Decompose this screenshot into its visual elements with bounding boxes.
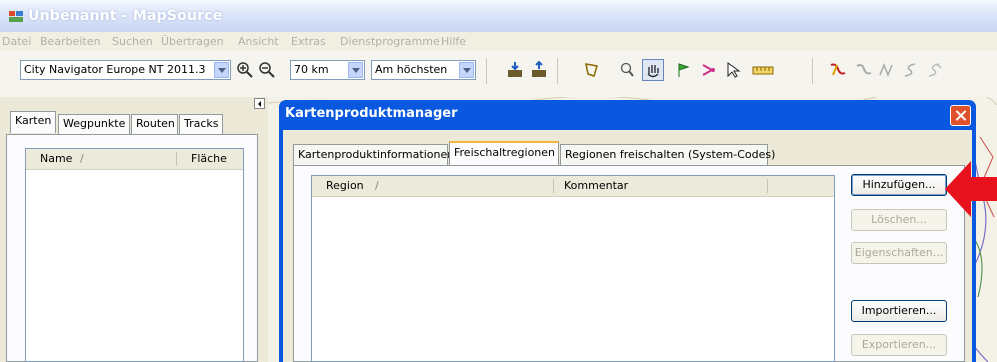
export-button[interactable]: Exportieren... [851,334,947,356]
tab-wegpunkte-label: Wegpunkte [63,117,126,130]
maps-list[interactable]: Name / Fläche [25,148,244,362]
tab-unlock-regions[interactable]: Freischaltregionen [449,141,559,165]
detail-select-value: Am höchsten [375,63,448,76]
tab-karten-label: Karten [15,114,52,127]
menu-hilfe[interactable]: Hilfe [441,35,466,48]
menu-dienstprogramme[interactable]: Dienstprogramme [340,35,440,48]
dialog-title: Kartenproduktmanager [285,106,458,121]
toolbar-separator [486,58,487,84]
menu-bearbeiten[interactable]: Bearbeiten [40,35,100,48]
column-region[interactable]: Region [326,179,364,192]
column-divider[interactable] [176,152,177,166]
measure-tool-icon[interactable] [752,61,774,79]
select-tool-icon[interactable] [724,61,742,79]
column-name[interactable]: Name [40,152,72,165]
tab-product-info-label: Kartenproduktinformationen [298,148,455,161]
mapsource-app-icon [9,11,23,22]
zoom-tool-icon[interactable] [618,61,636,79]
track-draw-icon[interactable] [829,61,847,79]
toolbar-separator [812,58,813,84]
track-erase-icon[interactable] [855,61,873,79]
menu-uebertragen[interactable]: Übertragen [161,35,224,48]
column-divider[interactable] [553,179,554,193]
zoom-select[interactable]: 70 km [290,60,365,80]
track-join-icon[interactable] [878,61,896,79]
delete-button[interactable]: Löschen... [851,209,947,231]
tab-unlock-system-codes-label: Regionen freischalten (System-Codes) [565,148,776,161]
maps-list-header: Name / Fläche [26,149,243,170]
track-divide-icon[interactable] [901,61,919,79]
panel-collapse-button[interactable] [254,98,265,109]
regions-list-header: Region / Kommentar [312,176,834,197]
properties-button[interactable]: Eigenschaften... [851,242,947,264]
zoom-select-value: 70 km [294,63,329,76]
tab-product-info[interactable]: Kartenproduktinformationen [293,144,454,165]
menu-ansicht[interactable]: Ansicht [238,35,279,48]
regions-list[interactable]: Region / Kommentar [311,175,835,362]
import-button[interactable]: Importieren... [851,300,947,322]
tab-unlock-regions-label: Freischaltregionen [454,146,556,159]
send-to-device-icon[interactable] [530,61,548,79]
route-tool-icon[interactable] [700,61,718,79]
product-select-value: City Navigator Europe NT 2011.3 [24,63,206,76]
tab-unlock-system-codes[interactable]: Regionen freischalten (System-Codes) [560,144,775,165]
close-icon[interactable] [950,105,971,126]
window-title: Unbenannt - MapSource [28,8,223,24]
sort-indicator-icon: / [80,152,84,165]
menu-suchen[interactable]: Suchen [112,35,153,48]
tab-tracks[interactable]: Tracks [179,114,223,134]
track-filter-icon[interactable] [925,61,943,79]
menu-datei[interactable]: Datei [2,35,31,48]
column-divider[interactable] [767,179,768,193]
title-bar: Unbenannt - MapSource [0,0,997,32]
receive-from-device-icon[interactable] [506,61,524,79]
detail-select[interactable]: Am höchsten [371,60,476,80]
zoom-in-icon[interactable] [236,61,254,79]
zoom-out-icon[interactable] [258,61,276,79]
sort-indicator-icon: / [375,179,379,192]
waypoint-tool-icon[interactable] [674,61,692,79]
dialog-body: Kartenproduktinformationen Freischaltreg… [283,130,972,362]
column-comment[interactable]: Kommentar [564,179,628,192]
map-tool-icon[interactable] [583,61,601,79]
column-area[interactable]: Fläche [191,152,227,165]
tab-tracks-label: Tracks [184,117,219,130]
chevron-down-icon[interactable] [459,62,474,78]
menu-extras[interactable]: Extras [291,35,326,48]
red-arrow-annotation-icon [945,161,997,217]
product-select[interactable]: City Navigator Europe NT 2011.3 [20,60,231,80]
chevron-down-icon[interactable] [214,62,229,78]
chevron-down-icon[interactable] [348,62,363,78]
tab-karten[interactable]: Karten [10,111,56,133]
tab-wegpunkte[interactable]: Wegpunkte [58,114,130,134]
map-product-manager-dialog: Kartenproduktmanager Kartenproduktinform… [279,100,976,362]
menu-bar: Datei Bearbeiten Suchen Übertragen Ansic… [0,32,997,51]
add-button[interactable]: Hinzufügen... [851,174,947,196]
toolbar-separator [557,58,558,84]
hand-tool-icon[interactable] [642,59,664,81]
tab-routen-label: Routen [136,117,175,130]
tab-routen[interactable]: Routen [131,114,178,134]
